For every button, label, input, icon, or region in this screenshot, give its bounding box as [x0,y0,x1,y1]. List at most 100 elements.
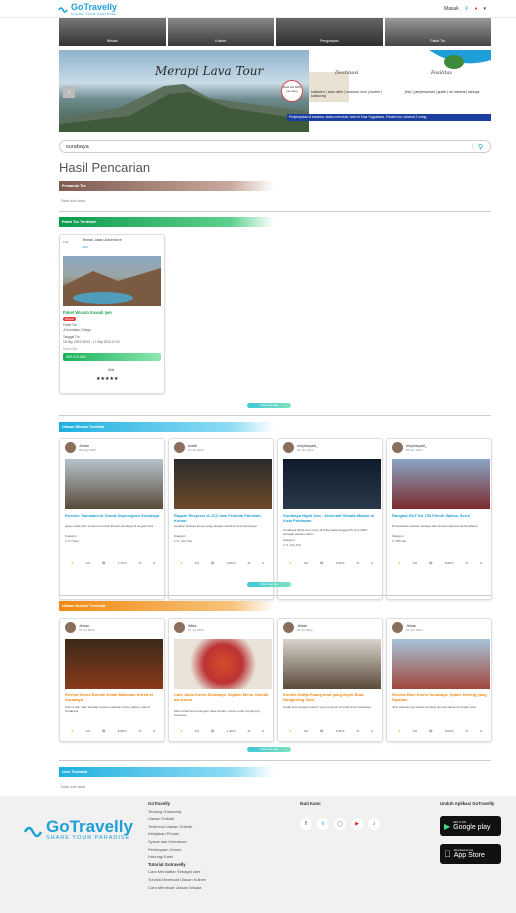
review-desc: Menu khas korea dengan rasa otentik, coc… [174,709,260,717]
footer-link[interactable]: Cara Mendaftar Sebagai user [148,868,206,876]
see-more-wisata-button[interactable]: Lihat Lainnya [247,582,291,587]
see-more-kuliner-button[interactable]: Lihat Lainnya [247,747,291,752]
view-count: 4,43 K [335,561,345,565]
review-title[interactable]: Ragam Ekspresi di JCC dan Festival Pamel… [174,513,270,523]
hero-fasilitas: jeep | penjemputan | guide | air mineral… [405,90,480,94]
view-count: 7,73 K [117,561,127,565]
view-count: 1,60 K [335,729,345,733]
review-title[interactable]: Surabaya Night Zoo : Alternatif Wisata M… [283,513,379,523]
rating-value: 0.0 [194,561,199,565]
rating-value: 0.0 [412,729,417,733]
top-actions: Masuk ⚲ ● ▾ [444,6,486,12]
google-play-button[interactable]: ▶ GET IT ON Google play [440,816,501,836]
hero-banner[interactable]: Merapi Lava Tour Destinasi Fasilitas kal… [59,50,491,132]
rating-value: 0.0 [194,729,199,733]
review-author: Jehan 01 Jun 2023 [392,622,423,633]
section-header-pemandu: Pemandu Tur [59,181,274,191]
hero-title: Merapi Lava Tour [155,64,264,78]
footer-link[interactable]: Hubungi Kami [148,853,206,861]
tour-name[interactable]: Paket Wisata Kawah Ijen [63,310,112,315]
footer-link[interactable]: Tutorial Membuat Ulasan Kuliner [148,876,206,884]
review-card[interactable]: Jehan 26 Jul 2023 Review Seoul Bunshi Ked… [59,618,165,742]
review-card[interactable]: Jehan 08 Aug 2023 Review: Samalam di Gran… [59,438,165,600]
comment-count: 1 [262,561,264,565]
review-user[interactable]: emyharyadi_ [297,444,318,448]
review-card[interactable]: Indah 15 Jul 2023 Ragam Ekspresi di JCC d… [168,438,274,600]
footer-link[interactable]: Ulasan Terbaik [148,815,206,823]
facebook-icon[interactable]: f [300,818,312,830]
review-card[interactable]: Jehan 08 Jul 2023 Kinfolk Kaffja Paang im… [277,618,383,742]
review-card[interactable]: emyharyadi_ 25 Jun 2023 Surabaya Night Zo… [277,438,383,600]
twitter-icon[interactable]: t [317,818,329,830]
footer-follow: Ikuti Kami [300,800,321,808]
review-card[interactable]: emyharyadi_ 08 Jun 2023 Rangkai HUT Ke-73… [386,438,492,600]
view-count: 1,40 K [226,729,236,733]
google-play-icon: ▶ [444,821,451,831]
instagram-icon[interactable]: ◯ [334,818,346,830]
eye-icon: 👁 [211,729,215,733]
divider [59,595,491,596]
section-header-kuliner: Ulasan Kuliner Terdekat [59,601,274,611]
youtube-icon[interactable]: ▶ [351,818,363,830]
tour-org-name[interactable]: Teman Jalan Adventure [82,238,122,242]
login-link[interactable]: Masuk [444,6,459,12]
footer-link[interactable]: Testimoni Ulasan Terbaik [148,823,206,831]
review-title[interactable]: Review Blue Doors Surabaya: Space Hening… [392,692,488,702]
empty-pemandu: Tidak ada data [60,199,86,203]
tiktok-icon[interactable]: ♪ [368,818,380,830]
hero-prev-button[interactable]: ‹ [63,86,75,98]
footer-link[interactable]: Kebijakan Privasi [148,830,206,838]
search-icon[interactable]: ⚲ [465,6,469,12]
app-store-button[interactable]:  Download on theApp Store [440,844,501,864]
review-card[interactable]: Jehan 01 Jun 2023 Review Blue Doors Surab… [386,618,492,742]
review-card[interactable]: Afida 17 Jul 2023 Cafe Jalan Korea Suraba… [168,618,274,742]
page-title: Hasil Pencarian [59,160,151,175]
tour-org-status: Aktif [82,245,88,249]
category-paket-tur[interactable]: Paket Tur [384,18,491,46]
search-input[interactable]: surabaya [66,144,89,150]
footer-link[interactable]: Syarat dan Ketentuan [148,838,206,846]
review-desc: Kali ini aku mau berbagi review makanan … [65,705,150,713]
comment-icon: ✉ [356,561,360,565]
review-title[interactable]: Rangkai HUT Ke-730 Penuh Warna, Seru! [392,513,488,518]
footer-logo[interactable]: GoTravelly SHARE YOUR PARADISE [24,818,133,841]
review-user[interactable]: emyharyadi_ [406,444,427,448]
chevron-down-icon[interactable]: ▾ [483,6,486,12]
category-wisata[interactable]: Wisata [59,18,166,46]
review-image [392,459,490,509]
review-stats: ★ 0.0 👁 5,55 K ✉ 0 [392,561,488,565]
view-count: 5,55 K [444,561,454,565]
rating-value: 0.0 [85,729,90,733]
review-title[interactable]: Review Seoul Bunshi Kedai Makanan Korea … [65,692,161,702]
footer-col1-title: GoTravelly [148,801,170,806]
avatar [392,442,403,453]
review-title[interactable]: Cafe Jalan Korea Surabaya, Sajikan Menu … [174,692,270,702]
logo-text: GoTravelly [71,1,118,12]
footer-link[interactable]: Pertanyaan Umum [148,846,206,854]
tour-card[interactable]: TJA Teman Jalan Adventure Aktif Paket Wi… [59,234,165,394]
review-title[interactable]: Review: Samalam di Grand Diponegoro Sura… [65,513,161,518]
comment-count: 0 [480,561,482,565]
category-kuliner[interactable]: Kuliner [167,18,274,46]
category-label: Paket Tur [430,39,446,43]
category-penginapan[interactable]: Penginapan [276,18,383,46]
comment-icon: ✉ [356,729,360,733]
location-pin-icon[interactable]: ● [474,6,477,12]
review-date: 15 Jul 2023 [188,447,204,452]
hero-note: Penjemputan di bandara, stasiun terminal… [287,114,491,121]
review-image [174,639,272,689]
footer-link[interactable]: Cara Membuat Ulasan Wisata [148,884,206,892]
comment-icon: ✉ [247,729,251,733]
mountain-illustration [59,84,309,132]
review-image [174,459,272,509]
section-header-wisata: Ulasan Wisata Terdekat [59,422,274,432]
review-category: 1 O, City Trip [174,539,193,543]
review-title[interactable]: Kinfolk Kaffja Paang imut yang Asyik Bua… [283,692,379,702]
logo[interactable]: GoTravelly SHARE YOUR PARADISE [58,2,117,16]
see-more-paket-button[interactable]: Lihat Lainnya [247,403,291,408]
eye-icon: 👁 [429,729,433,733]
review-category: 1 H, Hotel [65,539,79,543]
search-button[interactable]: ⚲ [472,142,488,151]
review-stats: ★ 0.0 👁 7,73 K ✉ 0 [65,561,161,565]
footer-link[interactable]: Tentang Gotravelly [148,808,206,816]
